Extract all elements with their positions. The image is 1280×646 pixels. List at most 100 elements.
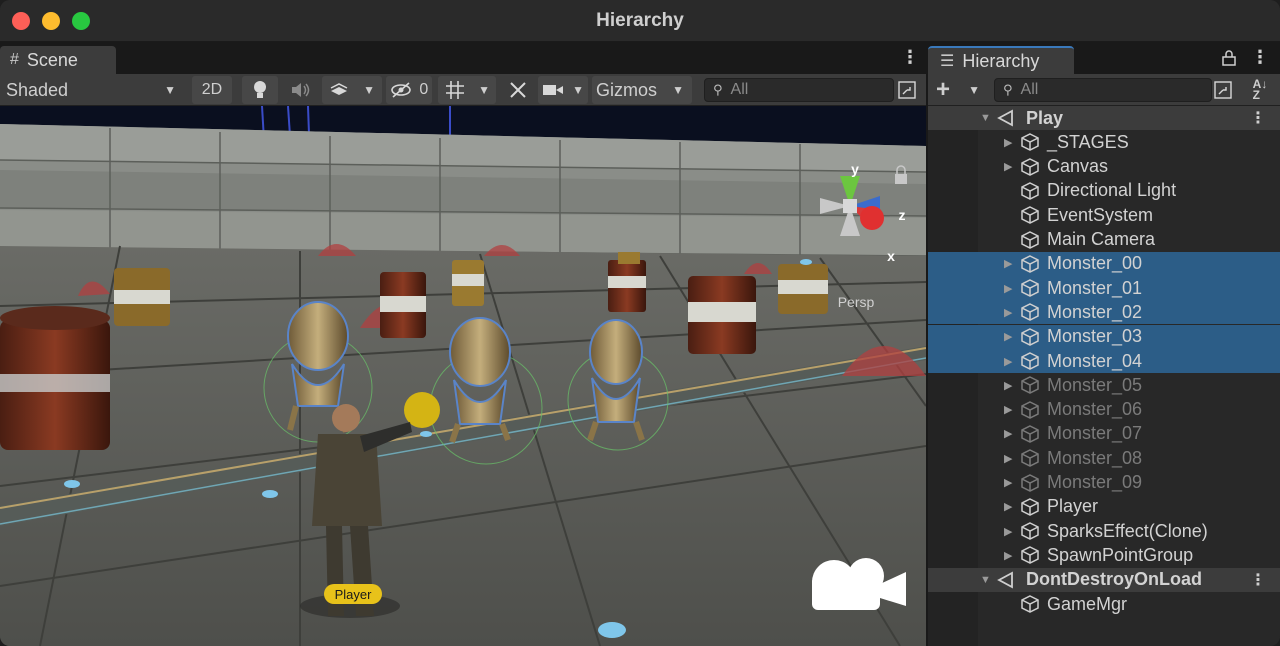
search-filter-icon bbox=[898, 81, 916, 99]
tools-button[interactable] bbox=[502, 76, 534, 104]
arena-wall bbox=[0, 124, 926, 257]
unity-scene-icon bbox=[996, 108, 1016, 128]
expand-arrow-icon[interactable]: ▼ bbox=[980, 112, 991, 124]
hierarchy-item-label: SpawnPointGroup bbox=[1047, 544, 1194, 565]
list-icon: ☰ bbox=[940, 53, 955, 70]
toggle-2d-label: 2D bbox=[201, 81, 223, 98]
hierarchy-scene-row[interactable]: ▼ DontDestroyOnLoad ⋮ bbox=[928, 567, 1280, 592]
gameobject-cube-icon bbox=[1020, 254, 1040, 274]
hierarchy-item-label: SparksEffect(Clone) bbox=[1047, 520, 1208, 541]
shading-mode-label: Shaded bbox=[6, 79, 69, 100]
lock-icon[interactable] bbox=[1222, 50, 1236, 66]
tab-scene[interactable]: # Scene bbox=[0, 46, 116, 74]
hierarchy-item[interactable]: ▶ Monster_01 bbox=[928, 276, 1280, 301]
effects-dropdown[interactable]: ▼ bbox=[322, 76, 382, 104]
collapse-arrow-icon[interactable]: ▶ bbox=[1004, 500, 1012, 513]
hidden-objects-toggle[interactable]: 0 bbox=[386, 76, 432, 104]
gizmo-axis-z: z bbox=[899, 207, 906, 223]
hierarchy-panel: ☰ Hierarchy ⋮ + ▼ ⚲ All A↓ Z ▼ Play ⋮ ▶ … bbox=[928, 42, 1280, 646]
gameobject-cube-icon bbox=[1020, 375, 1040, 395]
hierarchy-item-label: Monster_03 bbox=[1047, 326, 1143, 347]
hierarchy-item[interactable]: ▶ SpawnPointGroup bbox=[928, 543, 1280, 567]
hierarchy-item[interactable]: GameMgr bbox=[928, 592, 1280, 616]
hierarchy-item[interactable]: ▶ Canvas bbox=[928, 155, 1280, 179]
plus-icon: + bbox=[936, 76, 951, 103]
hierarchy-item[interactable]: ▶ _STAGES bbox=[928, 130, 1280, 154]
hierarchy-item-label: DontDestroyOnLoad bbox=[1026, 569, 1203, 590]
chevron-down-icon: ▼ bbox=[363, 83, 375, 97]
scene-menu-icon[interactable]: ⋮ bbox=[1250, 570, 1266, 590]
gameobject-cube-icon bbox=[1020, 132, 1040, 152]
hierarchy-tree: ▼ Play ⋮ ▶ _STAGES ▶ Canvas Directional Light Ev… bbox=[928, 106, 1280, 646]
collapse-arrow-icon[interactable]: ▶ bbox=[1004, 355, 1012, 368]
scene-menu-icon[interactable]: ⋮ bbox=[1250, 108, 1266, 128]
gameobject-cube-icon bbox=[1020, 424, 1040, 444]
tab-hierarchy[interactable]: ☰ Hierarchy bbox=[928, 46, 1074, 74]
collapse-arrow-icon[interactable]: ▶ bbox=[1004, 403, 1012, 416]
scene-search-placeholder: All bbox=[730, 81, 749, 98]
hierarchy-item-label: Canvas bbox=[1047, 156, 1109, 177]
hierarchy-item[interactable]: ▶ SparksEffect(Clone) bbox=[928, 519, 1280, 543]
create-dropdown[interactable]: + ▼ bbox=[936, 76, 980, 104]
expand-arrow-icon[interactable]: ▼ bbox=[980, 574, 991, 586]
hierarchy-item-label: Monster_02 bbox=[1047, 301, 1143, 322]
search-filter-icon bbox=[1214, 81, 1232, 99]
hierarchy-scene-row[interactable]: ▼ Play ⋮ bbox=[928, 106, 1280, 130]
grid-snap-dropdown[interactable]: ▼ bbox=[438, 76, 496, 104]
hierarchy-item[interactable]: ▶ Monster_07 bbox=[928, 422, 1280, 446]
scene-viewport[interactable]: Player y z x Persp bbox=[0, 106, 926, 646]
hierarchy-item[interactable]: ▶ Player bbox=[928, 495, 1280, 519]
hierarchy-item[interactable]: ▶ Monster_04 bbox=[928, 349, 1280, 373]
gizmos-label: Gizmos bbox=[596, 79, 658, 100]
gameobject-cube-icon bbox=[1020, 545, 1040, 565]
hierarchy-item-label: EventSystem bbox=[1047, 204, 1154, 225]
hierarchy-item[interactable]: Directional Light bbox=[928, 179, 1280, 203]
collapse-arrow-icon[interactable]: ▶ bbox=[1004, 549, 1012, 562]
gameobject-cube-icon bbox=[1020, 157, 1040, 177]
hierarchy-item-label: Monster_09 bbox=[1047, 472, 1143, 492]
hidden-count: 0 bbox=[419, 81, 429, 98]
collapse-arrow-icon[interactable]: ▶ bbox=[1004, 306, 1012, 319]
sort-button[interactable]: A↓ Z bbox=[1246, 76, 1274, 104]
hierarchy-item[interactable]: EventSystem bbox=[928, 203, 1280, 227]
hierarchy-panel-menu-icon[interactable]: ⋮ bbox=[1251, 47, 1269, 68]
hierarchy-search-input[interactable]: ⚲ All bbox=[994, 78, 1212, 102]
hierarchy-item[interactable]: ▶ Monster_05 bbox=[928, 373, 1280, 397]
gameobject-cube-icon bbox=[1020, 327, 1040, 347]
hierarchy-item[interactable]: ▶ Monster_03 bbox=[928, 324, 1280, 349]
hierarchy-search-filter-button[interactable] bbox=[1210, 76, 1236, 104]
toggle-2d-button[interactable]: 2D bbox=[192, 76, 232, 104]
projection-label[interactable]: Persp bbox=[838, 294, 875, 310]
scene-panel-menu-icon[interactable]: ⋮ bbox=[901, 47, 919, 68]
audio-toggle-button[interactable] bbox=[282, 76, 318, 104]
shading-mode-dropdown[interactable]: Shaded ▼ bbox=[6, 76, 182, 104]
gizmos-dropdown[interactable]: Gizmos ▼ bbox=[592, 76, 692, 104]
collapse-arrow-icon[interactable]: ▶ bbox=[1004, 136, 1012, 149]
collapse-arrow-icon[interactable]: ▶ bbox=[1004, 160, 1012, 173]
hierarchy-item[interactable]: Main Camera bbox=[928, 228, 1280, 252]
collapse-arrow-icon[interactable]: ▶ bbox=[1004, 525, 1012, 538]
collapse-arrow-icon[interactable]: ▶ bbox=[1004, 330, 1012, 343]
hierarchy-item[interactable]: ▶ Monster_06 bbox=[928, 398, 1280, 422]
camera-settings-dropdown[interactable]: ▼ bbox=[538, 76, 588, 104]
scene-render: Player y z x Persp bbox=[0, 106, 926, 646]
collapse-arrow-icon[interactable]: ▶ bbox=[1004, 379, 1012, 392]
collapse-arrow-icon[interactable]: ▶ bbox=[1004, 476, 1012, 489]
hierarchy-item[interactable]: ▶ Monster_09 bbox=[928, 471, 1280, 495]
collapse-arrow-icon[interactable]: ▶ bbox=[1004, 257, 1012, 270]
hierarchy-search-placeholder: All bbox=[1020, 81, 1039, 98]
collapse-arrow-icon[interactable]: ▶ bbox=[1004, 427, 1012, 440]
hierarchy-item[interactable]: ▶ Monster_08 bbox=[928, 446, 1280, 470]
collapse-arrow-icon[interactable]: ▶ bbox=[1004, 452, 1012, 465]
collapse-arrow-icon[interactable]: ▶ bbox=[1004, 282, 1012, 295]
eye-slash-icon bbox=[390, 82, 411, 98]
scene-search-input[interactable]: ⚲ All bbox=[704, 78, 894, 102]
lighting-toggle-button[interactable] bbox=[242, 76, 278, 104]
search-filter-button[interactable] bbox=[894, 76, 920, 104]
hierarchy-item[interactable]: ▶ Monster_02 bbox=[928, 300, 1280, 325]
gameobject-cube-icon bbox=[1020, 181, 1040, 201]
tools-icon bbox=[510, 82, 526, 98]
hierarchy-item[interactable]: ▶ Monster_00 bbox=[928, 251, 1280, 276]
hierarchy-item-label: Monster_00 bbox=[1047, 253, 1143, 274]
hierarchy-item-label: Monster_04 bbox=[1047, 350, 1143, 371]
